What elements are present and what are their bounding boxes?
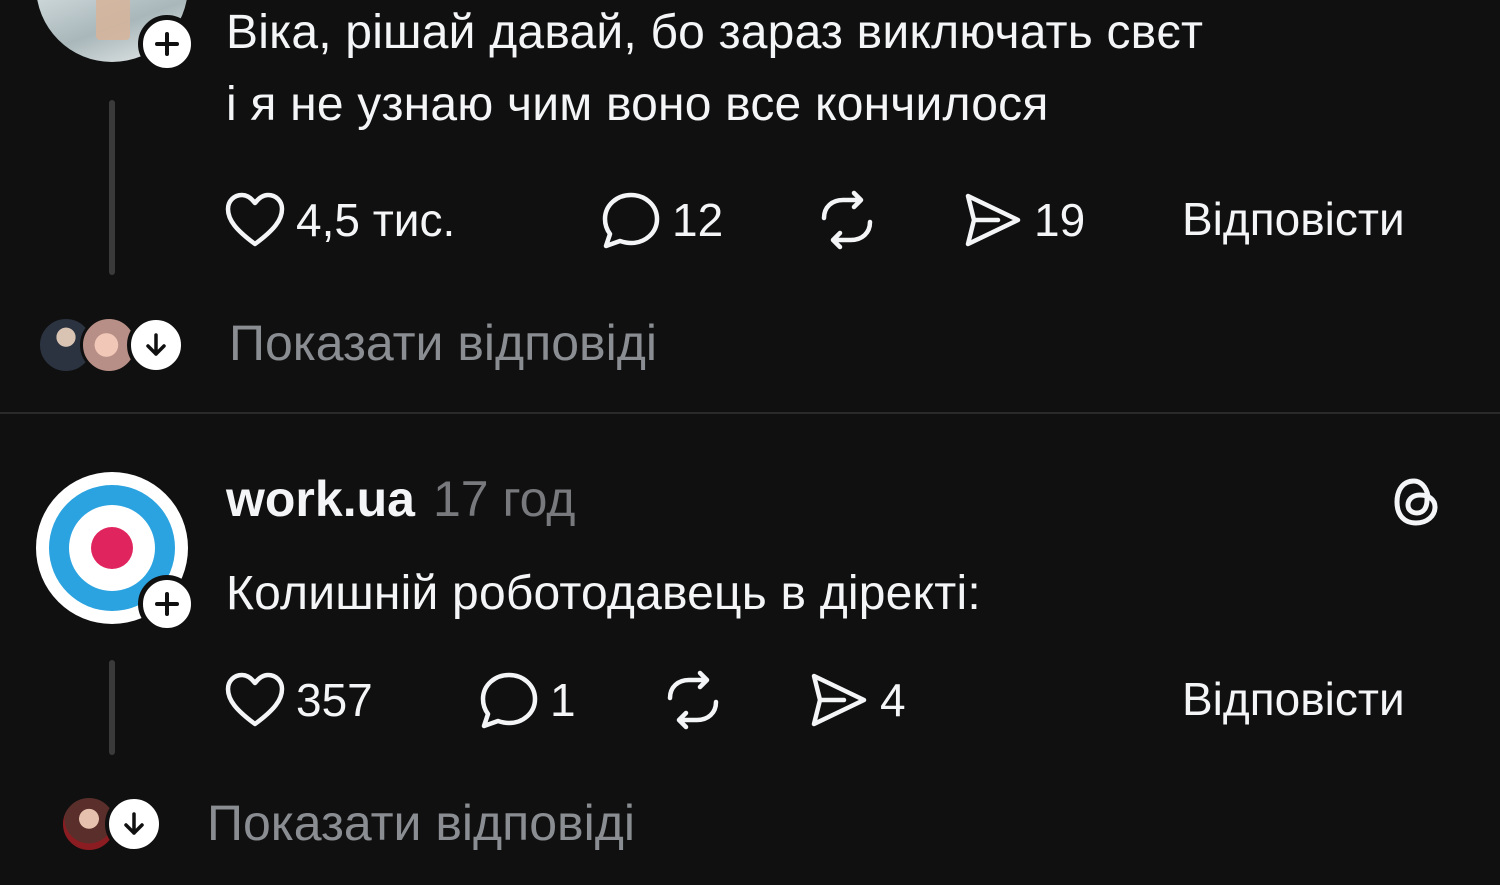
arrow-down-icon <box>146 333 166 356</box>
post2-header: work.ua 17 год <box>226 470 575 528</box>
post1-repost-button[interactable] <box>816 188 878 252</box>
send-icon <box>811 673 867 727</box>
post2-repost-button[interactable] <box>662 668 724 732</box>
arrow-down-icon <box>124 812 144 835</box>
heart-icon <box>225 672 285 727</box>
post1-follow-button[interactable] <box>138 15 196 73</box>
post1-share-button[interactable]: 19 <box>962 188 1085 252</box>
post1-like-count: 4,5 тис. <box>296 194 456 246</box>
comment-bubble-icon <box>602 192 660 249</box>
repost-icon <box>821 190 873 250</box>
post1-like-button[interactable]: 4,5 тис. <box>224 188 455 252</box>
post1-text: Віка, рішай давай, бо зараз виключать св… <box>226 6 1204 131</box>
post1-show-replies[interactable]: Показати відповіді <box>229 314 657 372</box>
send-icon <box>965 193 1021 247</box>
post1-comment-count: 12 <box>672 194 724 246</box>
post2-username[interactable]: work.ua <box>226 470 415 528</box>
post2-comment-button[interactable]: 1 <box>478 668 576 732</box>
post2-reply-link[interactable]: Відповісти <box>1182 672 1405 726</box>
post2-like-count: 357 <box>296 674 373 726</box>
comment-bubble-icon <box>480 672 538 729</box>
avatar-figure <box>96 0 130 40</box>
post2-timestamp: 17 год <box>432 471 576 527</box>
post1-expand-replies-button[interactable] <box>127 316 185 374</box>
post2-share-button[interactable]: 4 <box>808 668 906 732</box>
plus-icon <box>155 32 179 56</box>
post1-thread-line <box>109 100 115 275</box>
post-divider <box>0 412 1500 414</box>
post2-comment-count: 1 <box>550 674 576 726</box>
threads-logo-button[interactable] <box>1388 474 1444 535</box>
post2-like-button[interactable]: 357 <box>224 668 373 732</box>
heart-icon <box>225 192 285 247</box>
post2-expand-replies-button[interactable] <box>105 795 163 853</box>
post2-show-replies[interactable]: Показати відповіді <box>207 794 635 852</box>
post2-follow-button[interactable] <box>138 575 196 633</box>
post2-thread-line <box>109 660 115 755</box>
post2-share-count: 4 <box>880 674 906 726</box>
avatar-ring-inner <box>69 505 155 591</box>
avatar-dot <box>91 527 133 569</box>
post1-reply-link[interactable]: Відповісти <box>1182 192 1405 246</box>
post2-text: Колишній роботодавець в діректі: <box>226 567 981 620</box>
post1-share-count: 19 <box>1034 194 1086 246</box>
post1-comment-button[interactable]: 12 <box>600 188 723 252</box>
repost-icon <box>667 670 719 730</box>
plus-icon <box>155 592 179 616</box>
threads-logo-icon <box>1394 478 1438 526</box>
